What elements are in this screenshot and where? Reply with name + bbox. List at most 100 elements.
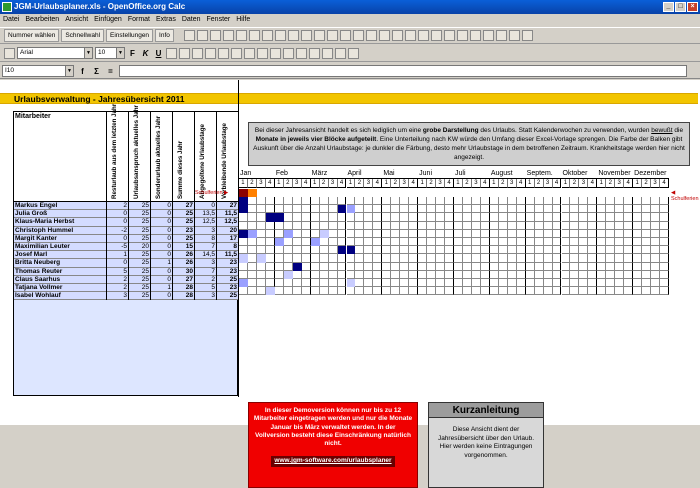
grid-cell[interactable] bbox=[310, 246, 320, 255]
grid-cell[interactable] bbox=[346, 229, 356, 238]
grid-cell[interactable] bbox=[561, 270, 571, 279]
grid-cell[interactable] bbox=[310, 254, 320, 263]
grid-cell[interactable] bbox=[355, 287, 365, 296]
grid-cell[interactable] bbox=[489, 262, 499, 271]
grid-cell[interactable] bbox=[382, 213, 392, 222]
grid-cell[interactable] bbox=[400, 246, 410, 255]
grid-cell[interactable] bbox=[552, 213, 562, 222]
grid-cell[interactable] bbox=[364, 254, 374, 263]
grid-cell[interactable] bbox=[400, 270, 410, 279]
grid-cell[interactable] bbox=[633, 229, 643, 238]
grid-cell[interactable] bbox=[427, 197, 437, 206]
grid-cell[interactable] bbox=[633, 221, 643, 230]
grid-cell[interactable] bbox=[310, 270, 320, 279]
grid-cell[interactable] bbox=[256, 246, 266, 255]
grid-cell[interactable] bbox=[373, 197, 383, 206]
grid-cell[interactable] bbox=[660, 197, 669, 206]
hyperlink-icon[interactable] bbox=[391, 30, 403, 41]
grid-cell[interactable] bbox=[516, 205, 526, 214]
grid-cell[interactable] bbox=[543, 238, 553, 247]
merge-cells-icon[interactable] bbox=[218, 47, 229, 59]
grid-cell[interactable] bbox=[570, 254, 580, 263]
grid-cell[interactable] bbox=[642, 205, 652, 214]
grid-cell[interactable] bbox=[319, 213, 329, 222]
grid-cell[interactable] bbox=[507, 197, 517, 206]
grid-cell[interactable] bbox=[516, 238, 526, 247]
grid-cell[interactable] bbox=[588, 238, 598, 247]
grid-cell[interactable] bbox=[534, 229, 544, 238]
grid-cell[interactable] bbox=[606, 229, 616, 238]
table-row[interactable]: Isabel Wohlauf 3 25 0 28 3 25 bbox=[14, 292, 238, 301]
grid-cell[interactable] bbox=[239, 270, 248, 279]
menu-item-6[interactable]: Daten bbox=[182, 14, 201, 26]
grid-cell[interactable] bbox=[507, 246, 517, 255]
grid-cell[interactable] bbox=[570, 213, 580, 222]
grid-cell[interactable] bbox=[561, 221, 571, 230]
grid-cell[interactable] bbox=[498, 238, 508, 247]
grid-cell[interactable] bbox=[516, 246, 526, 255]
grid-cell[interactable] bbox=[570, 246, 580, 255]
menu-item-1[interactable]: Bearbeiten bbox=[25, 14, 59, 26]
grid-cell[interactable] bbox=[239, 213, 248, 222]
grid-cell[interactable] bbox=[597, 229, 607, 238]
grid-cell[interactable] bbox=[418, 238, 428, 247]
menu-item-7[interactable]: Fenster bbox=[207, 14, 231, 26]
grid-cell[interactable] bbox=[256, 213, 266, 222]
grid-cell[interactable] bbox=[606, 197, 616, 206]
export-pdf-icon[interactable] bbox=[248, 30, 260, 41]
grid-cell[interactable] bbox=[471, 205, 481, 214]
grid-cell[interactable] bbox=[337, 197, 347, 206]
grid-cell[interactable] bbox=[642, 221, 652, 230]
grid-cell[interactable] bbox=[409, 254, 419, 263]
grid-cell[interactable] bbox=[409, 238, 419, 247]
grid-cell[interactable] bbox=[409, 229, 419, 238]
grid-cell[interactable] bbox=[561, 238, 571, 247]
grid-cell[interactable] bbox=[382, 270, 392, 279]
help-icon[interactable] bbox=[521, 30, 533, 41]
grid-cell[interactable] bbox=[561, 213, 571, 222]
grid-cell[interactable] bbox=[355, 270, 365, 279]
grid-cell[interactable] bbox=[498, 246, 508, 255]
grid-cell[interactable] bbox=[319, 221, 329, 230]
grid-cell[interactable] bbox=[489, 213, 499, 222]
grid-cell[interactable] bbox=[507, 262, 517, 271]
grid-cell[interactable] bbox=[382, 221, 392, 230]
grid-cell[interactable] bbox=[364, 238, 374, 247]
einstellungen-button[interactable]: Einstellungen bbox=[106, 29, 154, 42]
grid-cell[interactable] bbox=[480, 270, 490, 279]
grid-cell[interactable] bbox=[471, 197, 481, 206]
grid-cell[interactable] bbox=[651, 197, 661, 206]
table-row[interactable]: Margit Kanter 0 25 0 25 8 17 bbox=[14, 234, 238, 243]
grid-cell[interactable] bbox=[534, 262, 544, 271]
grid-cell[interactable] bbox=[346, 287, 356, 296]
grid-cell[interactable] bbox=[525, 197, 535, 206]
grid-cell[interactable] bbox=[498, 213, 508, 222]
grid-cell[interactable] bbox=[454, 197, 463, 206]
grid-cell[interactable] bbox=[588, 262, 598, 271]
grid-cell[interactable] bbox=[660, 205, 669, 214]
grid-cell[interactable] bbox=[606, 270, 616, 279]
grid-cell[interactable] bbox=[642, 197, 652, 206]
grid-cell[interactable] bbox=[274, 197, 284, 206]
grid-cell[interactable] bbox=[651, 221, 661, 230]
grid-cell[interactable] bbox=[337, 270, 347, 279]
grid-cell[interactable] bbox=[543, 229, 553, 238]
grid-cell[interactable] bbox=[445, 262, 454, 271]
grid-cell[interactable] bbox=[283, 262, 293, 271]
grid-cell[interactable] bbox=[552, 229, 562, 238]
grid-cell[interactable] bbox=[588, 254, 598, 263]
grid-cell[interactable] bbox=[373, 229, 383, 238]
grid-cell[interactable] bbox=[292, 254, 302, 263]
grid-cell[interactable] bbox=[427, 254, 437, 263]
grid-cell[interactable] bbox=[283, 221, 293, 230]
grid-cell[interactable] bbox=[624, 229, 634, 238]
grid-cell[interactable] bbox=[579, 279, 589, 288]
page-preview-icon[interactable] bbox=[274, 30, 286, 41]
grid-cell[interactable] bbox=[364, 213, 374, 222]
grid-cell[interactable] bbox=[310, 279, 320, 288]
grid-cell[interactable] bbox=[561, 197, 571, 206]
grid-cell[interactable] bbox=[498, 254, 508, 263]
grid-cell[interactable] bbox=[561, 262, 571, 271]
grid-cell[interactable] bbox=[543, 262, 553, 271]
grid-cell[interactable] bbox=[615, 221, 625, 230]
